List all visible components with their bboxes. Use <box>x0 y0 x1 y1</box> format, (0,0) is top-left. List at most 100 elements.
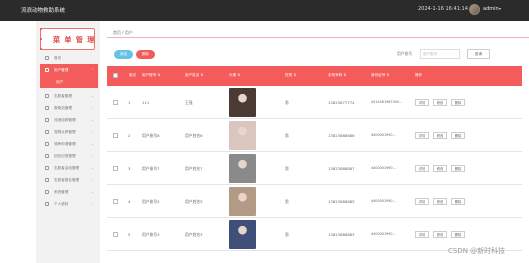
user-name[interactable]: admin <box>483 6 499 12</box>
row-delete-button[interactable]: 删除 <box>451 165 465 172</box>
sidebar-item-station[interactable]: 救助站管理 ⌄ <box>40 102 98 114</box>
sidebar-item-label: 流浪动物管理 <box>54 118 76 122</box>
row-delete-button[interactable]: 删除 <box>451 99 465 106</box>
add-button[interactable]: 添加 <box>114 50 133 59</box>
sidebar-item-activity[interactable]: 志愿者活动管理 ⌄ <box>40 162 98 174</box>
grid-icon <box>45 178 49 182</box>
sidebar-item-volunteer[interactable]: 志愿者管理 ⌄ <box>40 90 98 102</box>
chevron-down-icon: ⌄ <box>91 142 94 146</box>
grid-icon <box>45 154 49 158</box>
sidebar-item-signup[interactable]: 志愿者报名管理 ⌄ <box>40 174 98 186</box>
gear-icon <box>45 190 49 194</box>
cell-index: 1 <box>128 100 131 105</box>
col-name[interactable]: 用户姓名 ⇅ <box>185 73 204 78</box>
chevron-down-icon: ⌄ <box>91 106 94 110</box>
chevron-down-icon: ⌄ <box>91 166 94 170</box>
sidebar-item-label: 救助站管理 <box>54 106 72 110</box>
sidebar-item-label: 志愿者报名管理 <box>54 178 80 182</box>
cell-index: 4 <box>128 199 131 204</box>
edit-button[interactable]: 修改 <box>433 132 447 139</box>
col-avatar[interactable]: 头像 ⇅ <box>229 73 240 78</box>
top-bar: 流浪动物救助系统 2024-1-16 16:41:14 admin ▾ <box>0 0 529 21</box>
cell-index: 5 <box>128 232 131 237</box>
sidebar-item-label: 个人资料 <box>54 202 69 206</box>
cell-gender: 男 <box>285 199 289 204</box>
cell-idcard: 4414561987000... <box>371 100 403 104</box>
cell-account: 用户账号7 <box>142 166 160 171</box>
sidebar-item-user-manage[interactable]: 用户管理 ⌃ <box>40 64 98 76</box>
row-delete-button[interactable]: 删除 <box>451 198 465 205</box>
menu-header: 菜 单 管 理 <box>40 28 95 50</box>
search-button[interactable]: 查询 <box>467 49 490 59</box>
edit-button[interactable]: 修改 <box>433 198 447 205</box>
cell-idcard: 4400001990... <box>371 133 396 137</box>
sidebar-item-apply[interactable]: 领养申请管理 ⌄ <box>40 138 98 150</box>
sort-icon: ⇅ <box>386 73 390 77</box>
watermark: CSDN @新时科技 <box>448 247 506 255</box>
row-checkbox[interactable] <box>113 100 118 105</box>
chevron-down-icon: ⌄ <box>91 202 94 206</box>
table-row: 1 111 王强男 13823877774 4414561987000... 详情 修改 删除 <box>107 86 522 119</box>
row-delete-button[interactable]: 删除 <box>451 231 465 238</box>
sidebar-item-label: 志愿者管理 <box>54 94 72 98</box>
row-checkbox[interactable] <box>113 166 118 171</box>
detail-button[interactable]: 详情 <box>415 99 429 106</box>
sort-icon: ⇅ <box>157 73 161 77</box>
detail-button[interactable]: 详情 <box>415 165 429 172</box>
user-photo <box>229 220 256 249</box>
col-actions: 操作 <box>415 73 423 77</box>
cell-idcard: 4400001990... <box>371 232 396 236</box>
sidebar-item-label: 回访记录管理 <box>54 154 76 158</box>
cell-gender: 男 <box>285 133 289 138</box>
table-row: 2 用户账号8 用户姓名8 男 13823888888 4400001990... 详情 修改… <box>107 119 522 152</box>
col-idcard[interactable]: 身份证号 ⇅ <box>371 73 390 78</box>
cell-phone: 13823888888 <box>328 133 355 138</box>
row-delete-button[interactable]: 删除 <box>451 132 465 139</box>
cell-name: 用户姓名8 <box>185 133 203 138</box>
detail-button[interactable]: 详情 <box>415 198 429 205</box>
cell-name: 用户姓名7 <box>185 166 203 171</box>
chevron-up-icon: ⌃ <box>91 68 94 72</box>
grid-icon <box>45 106 49 110</box>
edit-button[interactable]: 修改 <box>433 231 447 238</box>
table-header: 索引 用户账号 ⇅ 用户姓名 ⇅ 头像 ⇅ 性别 ⇅ 手机号码 ⇅ 身份证号 ⇅… <box>107 66 522 86</box>
chevron-down-icon: ⌄ <box>91 94 94 98</box>
row-checkbox[interactable] <box>113 232 118 237</box>
sidebar-item-animal[interactable]: 流浪动物管理 ⌄ <box>40 114 98 126</box>
dot-icon <box>40 38 42 40</box>
row-checkbox[interactable] <box>113 199 118 204</box>
caret-down-icon[interactable]: ▾ <box>499 6 501 11</box>
cell-name: 用户姓名3 <box>185 232 203 237</box>
edit-button[interactable]: 修改 <box>433 99 447 106</box>
sidebar-item-adopt[interactable]: 宠物认养管理 ⌄ <box>40 126 98 138</box>
sidebar-item-system[interactable]: 系统管理 ⌄ <box>40 186 98 198</box>
avatar[interactable] <box>469 4 480 15</box>
grid-icon <box>45 130 49 134</box>
sidebar-item-profile[interactable]: 个人资料 ⌄ <box>40 198 98 210</box>
delete-button[interactable]: 删除 <box>136 50 155 59</box>
edit-button[interactable]: 修改 <box>433 165 447 172</box>
col-account[interactable]: 用户账号 ⇅ <box>142 73 161 78</box>
cell-index: 2 <box>128 133 131 138</box>
sidebar-item-label: 用户 <box>56 80 64 84</box>
search-label: 用户账号 <box>397 51 413 56</box>
sidebar-item-label: 用户管理 <box>54 68 69 72</box>
sort-icon: ⇅ <box>237 73 241 77</box>
col-gender[interactable]: 性别 ⇅ <box>285 73 296 78</box>
user-photo <box>229 154 256 183</box>
sidebar-item-label: 领养申请管理 <box>54 142 76 146</box>
cell-index: 3 <box>128 166 131 171</box>
sidebar-item-visit[interactable]: 回访记录管理 ⌄ <box>40 150 98 162</box>
sidebar-item-home[interactable]: 首页 <box>40 52 98 64</box>
select-all-checkbox[interactable] <box>113 73 118 78</box>
breadcrumb: 首页 / 用户 <box>107 28 529 38</box>
menu-title: 菜 单 管 理 <box>53 35 96 44</box>
sidebar-subitem-user[interactable]: 用户 <box>40 76 98 88</box>
detail-button[interactable]: 详情 <box>415 132 429 139</box>
cell-account: 用户账号3 <box>142 232 160 237</box>
col-phone[interactable]: 手机号码 ⇅ <box>328 73 347 78</box>
row-checkbox[interactable] <box>113 133 118 138</box>
table-row: 4 用户账号5 用户姓名5 男 13823888885 4400001990... 详情 修改… <box>107 185 522 218</box>
search-input[interactable]: 用户账号 <box>420 49 460 59</box>
detail-button[interactable]: 详情 <box>415 231 429 238</box>
